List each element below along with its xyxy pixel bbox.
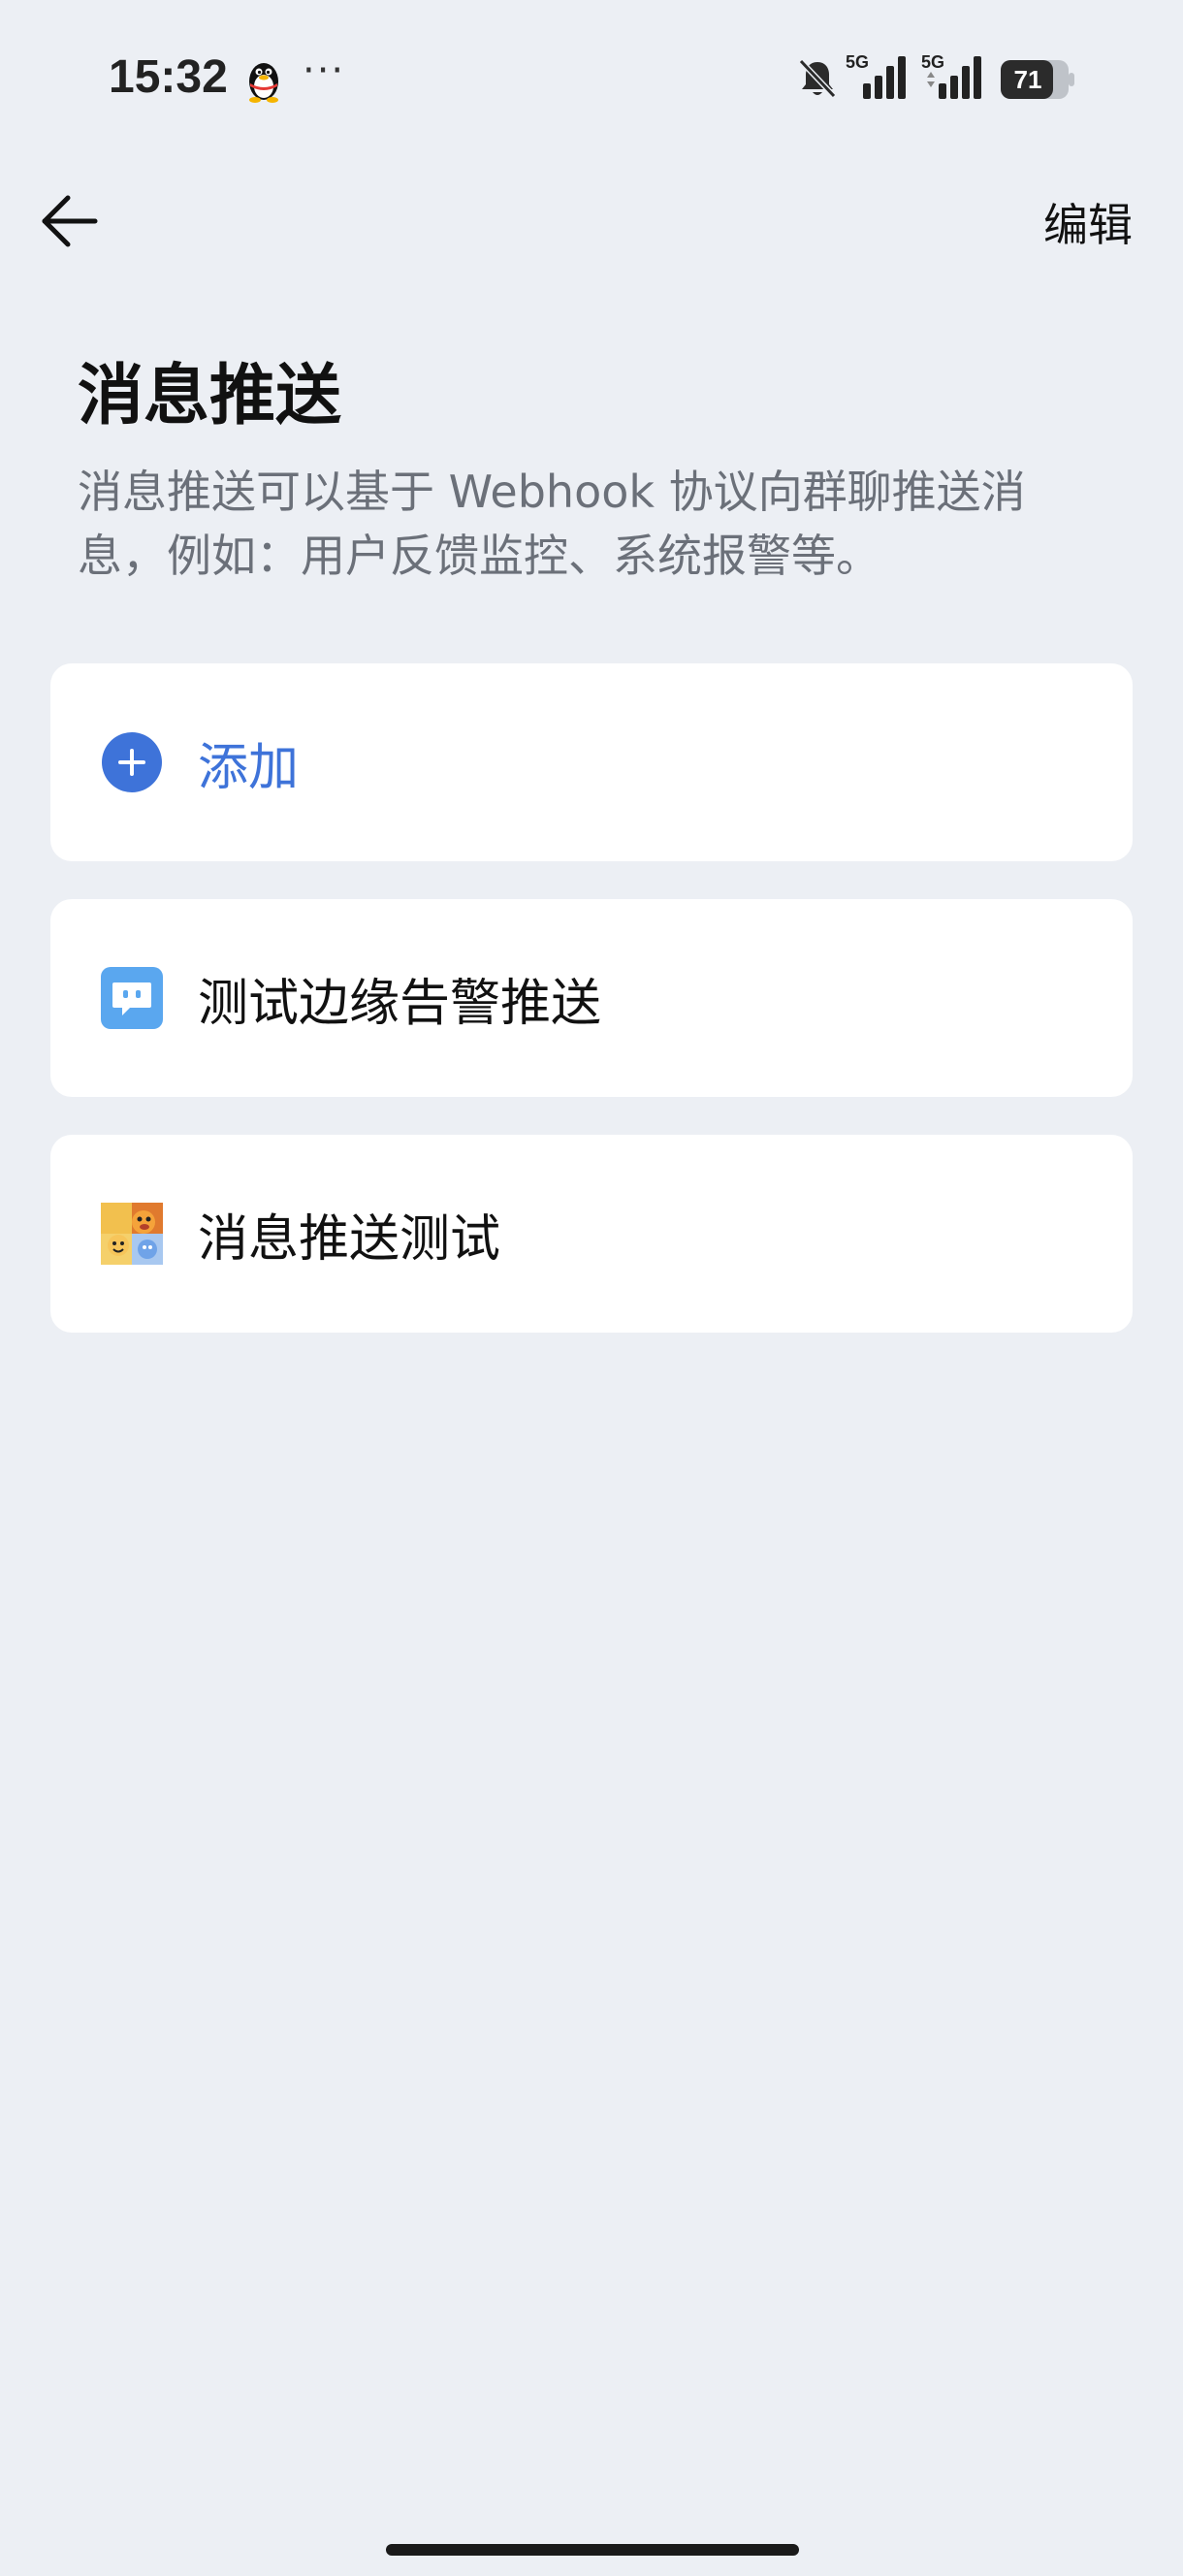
battery-icon: 71	[1001, 60, 1074, 99]
add-webhook-button[interactable]: 添加	[50, 663, 1133, 861]
network-type-label: 5G	[846, 52, 869, 72]
list-item-label: 测试边缘告警推送	[198, 974, 602, 1033]
chat-bubble-icon	[101, 967, 163, 1029]
back-button[interactable]	[37, 190, 103, 252]
add-label: 添加	[198, 738, 300, 797]
status-bar: 15:32 ··· 5G 5G 71	[0, 0, 1183, 155]
list-item-webhook[interactable]: 测试边缘告警推送	[50, 899, 1133, 1097]
arrow-left-icon	[42, 195, 98, 247]
bell-muted-icon	[798, 58, 837, 99]
home-indicator[interactable]	[386, 2544, 799, 2556]
plus-circle-icon	[102, 732, 162, 792]
page-title: 消息推送	[78, 358, 342, 435]
signal-strength-icon: 5G	[846, 52, 906, 99]
page-description: 消息推送可以基于 Webhook 协议向群聊推送消息，例如：用户反馈监控、系统报…	[78, 466, 1026, 582]
edit-button[interactable]: 编辑	[1043, 190, 1133, 254]
list-item-label: 消息推送测试	[198, 1209, 501, 1269]
group-avatar-icon	[101, 1203, 163, 1265]
list-item-webhook[interactable]: 消息推送测试	[50, 1135, 1133, 1333]
network-type-label: 5G	[921, 52, 944, 72]
status-time: 15:32	[109, 51, 228, 103]
signal-strength-icon: 5G	[921, 52, 981, 99]
more-notifications-icon: ···	[303, 48, 346, 93]
battery-level: 71	[1014, 65, 1042, 94]
qq-penguin-icon	[249, 63, 278, 103]
